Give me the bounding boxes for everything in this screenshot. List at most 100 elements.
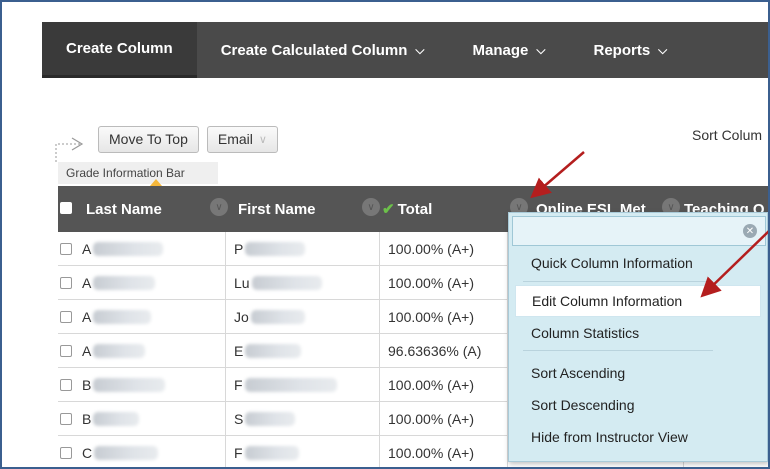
grid-action-bar: Move To Top Email ∨ [62, 124, 278, 154]
first-name-initial: S [234, 411, 244, 427]
redacted-name-blur [93, 276, 156, 290]
last-name-cell: A [76, 300, 226, 334]
create-calculated-column-label: Create Calculated Column [220, 41, 408, 59]
last-name-cell: A [76, 266, 226, 300]
redacted-name-blur [244, 446, 299, 460]
first-name-initial: Jo [234, 309, 249, 325]
hide-from-instructor-view-item[interactable]: Hide from Instructor View [515, 421, 761, 453]
checkmark-icon: ✔ [382, 201, 395, 218]
column-statistics-item[interactable]: Column Statistics [515, 317, 761, 349]
total-value: 100.00% (A+) [388, 309, 474, 325]
redacted-name-blur [250, 310, 305, 324]
first-name-cell: E [226, 334, 380, 368]
first-name-cell: S [226, 402, 380, 436]
redacted-name-blur [93, 412, 140, 426]
last-name-cell: A [76, 232, 226, 266]
redacted-name-blur [94, 446, 159, 460]
total-cell[interactable]: 100.00% (A+) [380, 368, 508, 402]
total-cell[interactable]: 100.00% (A+) [380, 402, 508, 436]
create-calculated-column-menu[interactable]: Create Calculated Column ⌵ [197, 22, 449, 78]
first-name-initial: E [234, 343, 244, 359]
edit-column-information-item[interactable]: Edit Column Information [515, 285, 761, 317]
move-to-top-button[interactable]: Move To Top [98, 125, 199, 153]
reports-label: Reports [593, 41, 651, 59]
total-value: 100.00% (A+) [388, 241, 474, 257]
chevron-down-icon: ⌵ [415, 42, 425, 57]
sort-columns-label[interactable]: Sort Colum [692, 127, 762, 143]
col-header-last-name-label: Last Name [86, 200, 162, 218]
sort-ascending-label: Sort Ascending [531, 365, 626, 381]
row-checkbox[interactable] [60, 277, 72, 289]
last-name-cell: B [76, 368, 226, 402]
redacted-name-blur [245, 344, 302, 358]
menu-divider [523, 281, 713, 282]
redacted-name-blur [93, 242, 164, 256]
last-name-initial: A [82, 343, 92, 359]
sort-descending-label: Sort Descending [531, 397, 635, 413]
col-header-total[interactable]: ✔ Total [382, 186, 502, 232]
manage-label: Manage [472, 41, 529, 59]
redacted-name-blur [93, 344, 146, 358]
redacted-name-blur [251, 276, 322, 290]
select-all-checkbox[interactable] [60, 202, 72, 214]
row-checkbox[interactable] [60, 379, 72, 391]
last-name-initial: B [82, 377, 92, 393]
first-name-initial: F [234, 445, 243, 461]
redacted-name-blur [93, 310, 152, 324]
sort-descending-item[interactable]: Sort Descending [515, 389, 761, 421]
reports-menu[interactable]: Reports ⌵ [569, 22, 691, 78]
total-value: 100.00% (A+) [388, 445, 474, 461]
col-header-last-name[interactable]: Last Name [86, 186, 206, 232]
last-name-cell: B [76, 402, 226, 436]
first-name-cell: F [226, 368, 380, 402]
caret-up-icon [150, 179, 162, 186]
sort-ascending-item[interactable]: Sort Ascending [515, 357, 761, 389]
first-name-initial: P [234, 241, 244, 257]
redacted-name-blur [245, 412, 296, 426]
row-checkbox[interactable] [60, 413, 72, 425]
total-cell[interactable]: 100.00% (A+) [380, 300, 508, 334]
last-name-initial: C [82, 445, 93, 461]
edit-column-information-label: Edit Column Information [532, 293, 683, 309]
redacted-name-blur [244, 378, 337, 392]
first-name-cell: Jo [226, 300, 380, 334]
total-value: 100.00% (A+) [388, 411, 474, 427]
hide-from-instructor-view-label: Hide from Instructor View [531, 429, 688, 445]
manage-menu[interactable]: Manage ⌵ [449, 22, 570, 78]
menu-divider [523, 350, 713, 351]
col-header-total-label: Total [397, 200, 433, 218]
total-cell[interactable]: 100.00% (A+) [380, 266, 508, 300]
gradebook-window: Create Column Create Calculated Column ⌵… [0, 0, 770, 469]
chevron-down-icon: ⌵ [658, 42, 668, 57]
total-value: 100.00% (A+) [388, 377, 474, 393]
row-checkbox[interactable] [60, 311, 72, 323]
email-button[interactable]: Email ∨ [206, 125, 278, 153]
grade-information-bar[interactable]: Grade Information Bar [58, 162, 218, 184]
first-name-cell: F [226, 436, 380, 467]
total-cell[interactable]: 100.00% (A+) [380, 436, 508, 467]
last-name-cell: C [76, 436, 226, 467]
total-value: 96.63636% (A) [388, 343, 482, 359]
row-checkbox[interactable] [60, 243, 72, 255]
close-icon[interactable]: ✕ [743, 224, 757, 238]
col-header-first-name[interactable]: First Name [238, 186, 358, 232]
redacted-name-blur [245, 242, 306, 256]
last-name-initial: B [82, 411, 92, 427]
row-checkbox[interactable] [60, 345, 72, 357]
total-cell[interactable]: 100.00% (A+) [380, 232, 508, 266]
total-value: 100.00% (A+) [388, 275, 474, 291]
last-name-cell: A [76, 334, 226, 368]
email-label: Email [217, 131, 253, 147]
create-column-button[interactable]: Create Column [42, 22, 197, 78]
col-header-first-name-label: First Name [238, 200, 316, 218]
create-column-label: Create Column [66, 40, 173, 57]
first-name-cell: P [226, 232, 380, 266]
column-statistics-label: Column Statistics [531, 325, 640, 341]
chevron-down-icon[interactable]: ∨ [210, 198, 228, 216]
quick-column-information-item[interactable]: Quick Column Information [515, 247, 761, 279]
row-checkbox[interactable] [60, 447, 72, 459]
total-cell[interactable]: 96.63636% (A) [380, 334, 508, 368]
chevron-down-icon[interactable]: ∨ [362, 198, 380, 216]
chevron-down-icon: ⌵ [536, 42, 546, 57]
menu-search-input[interactable]: ✕ [512, 216, 766, 246]
